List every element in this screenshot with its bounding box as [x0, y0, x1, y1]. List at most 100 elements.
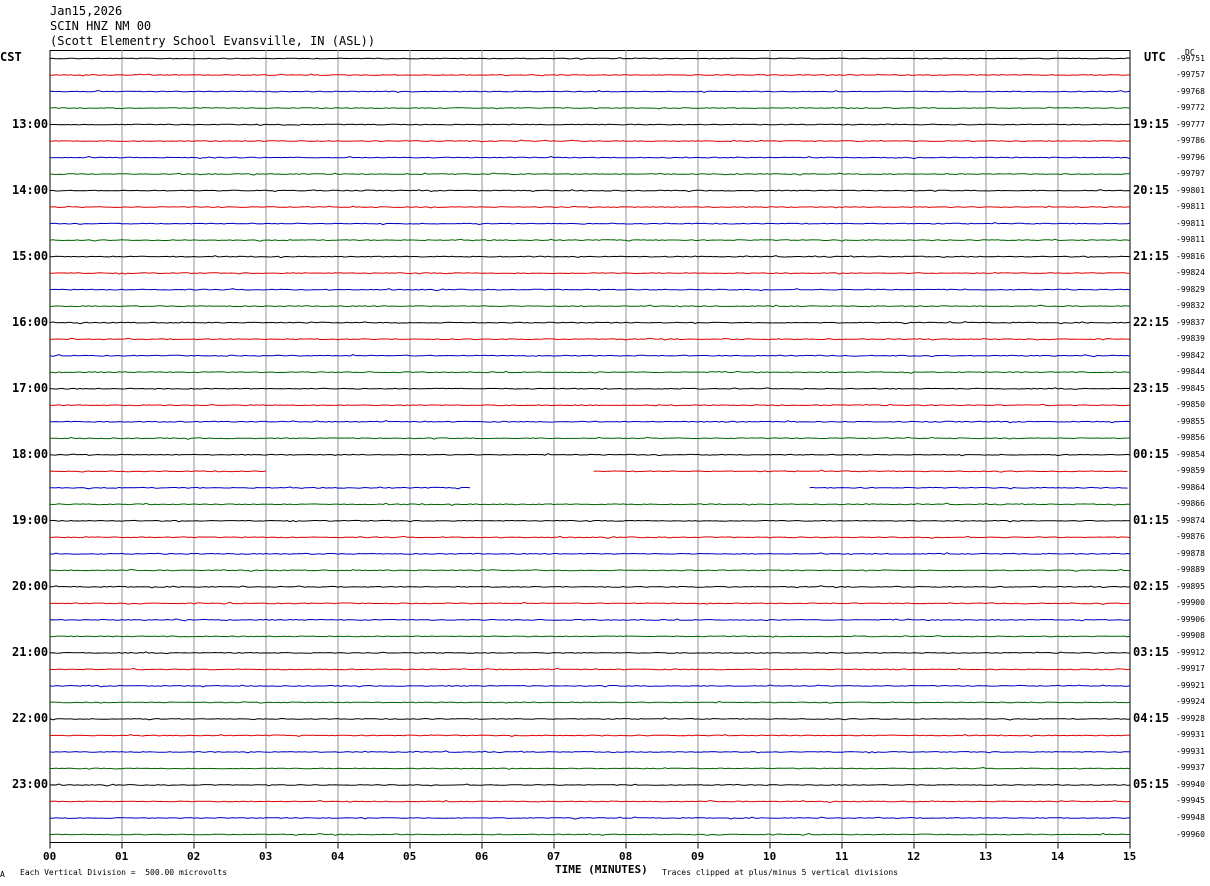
trace-43-seg-0 [50, 766, 1131, 770]
right-time-label: 04:15 [1133, 710, 1170, 725]
left-time-label: 19:00 [12, 512, 49, 527]
trace-47-seg-0 [49, 832, 1131, 836]
trace-24-seg-0 [49, 453, 1131, 457]
dc-offset-label: -99811 [1176, 235, 1205, 245]
x-tick-label: 02 [187, 849, 201, 863]
trace-22-seg-0 [49, 420, 1131, 424]
dc-offset-label: -99864 [1176, 482, 1205, 492]
left-time-label: 18:00 [12, 446, 49, 461]
dc-offset-label: -99842 [1176, 350, 1205, 360]
dc-offset-label: -99866 [1176, 499, 1205, 509]
dc-offset-label: -99928 [1176, 713, 1205, 723]
dc-offset-label: -99811 [1176, 202, 1205, 212]
trace-46-seg-0 [49, 816, 1131, 820]
x-tick-label: 13 [979, 849, 993, 863]
trace-25-seg-1 [593, 469, 1128, 473]
trace-0-seg-0 [49, 57, 1131, 60]
dc-offset-label: -99816 [1176, 251, 1205, 261]
trace-3-seg-0 [49, 106, 1131, 110]
trace-34-seg-0 [49, 618, 1131, 622]
clip-note: Traces clipped at plus/minus 5 vertical … [662, 868, 899, 877]
left-time-label: 16:00 [12, 314, 49, 329]
x-tick-label: 08 [619, 849, 633, 863]
dc-offset-label: -99839 [1176, 334, 1205, 344]
trace-25-seg-0 [49, 470, 267, 473]
trace-45-seg-0 [49, 799, 1131, 804]
trace-26-seg-0 [50, 486, 471, 490]
dc-offset-label: -99912 [1176, 647, 1205, 657]
trace-7-seg-0 [49, 172, 1130, 176]
trace-26-seg-1 [809, 486, 1128, 490]
dc-offset-label: -99859 [1176, 466, 1205, 476]
x-tick-label: 10 [763, 849, 777, 863]
dc-offset-label: -99906 [1176, 614, 1205, 624]
dc-offset-label: -99895 [1176, 581, 1205, 591]
trace-4-seg-0 [50, 123, 1131, 127]
dc-offset-label: -99786 [1176, 136, 1205, 146]
left-time-label: 21:00 [12, 644, 49, 659]
right-time-label: 21:15 [1133, 248, 1170, 263]
trace-14-seg-0 [49, 288, 1131, 292]
dc-offset-label: -99854 [1176, 449, 1205, 459]
dc-offset-label: -99940 [1176, 779, 1205, 789]
dc-offset-label: -99855 [1176, 416, 1205, 426]
right-time-label: 01:15 [1133, 512, 1170, 527]
dc-offset-label: -99768 [1176, 86, 1205, 96]
trace-20-seg-0 [50, 387, 1131, 391]
left-time-label: 14:00 [12, 182, 49, 197]
trace-13-seg-0 [49, 271, 1131, 275]
dc-offset-label: -99844 [1176, 367, 1205, 377]
dc-offset-label: -99772 [1176, 103, 1205, 113]
dc-offset-label: -99837 [1176, 317, 1205, 327]
right-time-label: 02:15 [1133, 578, 1170, 593]
dc-offset-label: -99751 [1176, 53, 1205, 63]
x-tick-label: 07 [547, 849, 561, 863]
trace-41-seg-0 [49, 733, 1131, 738]
left-time-label: 23:00 [12, 776, 49, 791]
x-tick-label: 12 [907, 849, 921, 863]
left-time-label: 15:00 [12, 248, 49, 263]
trace-16-seg-0 [49, 321, 1131, 325]
x-tick-label: 14 [1051, 849, 1065, 863]
trace-27-seg-0 [49, 502, 1131, 506]
dc-offset-label: -99876 [1176, 532, 1205, 542]
plot-frame [49, 50, 1131, 843]
trace-15-seg-0 [49, 304, 1131, 308]
trace-29-seg-0 [49, 535, 1131, 539]
trace-40-seg-0 [49, 717, 1131, 721]
helicorder-plot [49, 50, 1131, 849]
right-time-label: 03:15 [1133, 644, 1170, 659]
trace-19-seg-0 [49, 370, 1131, 374]
x-tick-label: 00 [43, 849, 57, 863]
dc-offset-label: -99889 [1176, 565, 1205, 575]
dc-offset-label: -99937 [1176, 763, 1205, 773]
trace-28-seg-0 [49, 519, 1131, 523]
trace-8-seg-0 [49, 189, 1131, 193]
trace-31-seg-0 [50, 568, 1131, 572]
trace-39-seg-0 [49, 700, 1131, 704]
trace-10-seg-0 [49, 221, 1131, 226]
left-time-label: 22:00 [12, 710, 49, 725]
right-time-label: 23:15 [1133, 380, 1170, 395]
dc-offset-label: -99948 [1176, 812, 1205, 822]
left-time-label: 20:00 [12, 578, 49, 593]
dc-offset-label: -99921 [1176, 680, 1205, 690]
trace-18-seg-0 [49, 354, 1131, 358]
trace-17-seg-0 [50, 337, 1131, 341]
trace-30-seg-0 [49, 552, 1131, 556]
corner-mark: A [0, 870, 5, 879]
right-time-label: 19:15 [1133, 116, 1170, 131]
x-tick-label: 03 [259, 849, 273, 863]
trace-38-seg-0 [49, 684, 1131, 688]
trace-36-seg-0 [49, 651, 1131, 655]
dc-offset-label: -99757 [1176, 70, 1205, 79]
right-time-label: 00:15 [1133, 446, 1170, 461]
dc-offset-label: -99945 [1176, 796, 1205, 806]
trace-2-seg-0 [49, 89, 1131, 93]
trace-1-seg-0 [49, 73, 1131, 77]
x-tick-label: 05 [403, 849, 417, 863]
dc-offset-label: -99797 [1176, 169, 1205, 179]
x-axis-title: TIME (MINUTES) [555, 863, 648, 876]
trace-6-seg-0 [49, 155, 1131, 160]
dc-offset-label: -99850 [1176, 400, 1205, 410]
